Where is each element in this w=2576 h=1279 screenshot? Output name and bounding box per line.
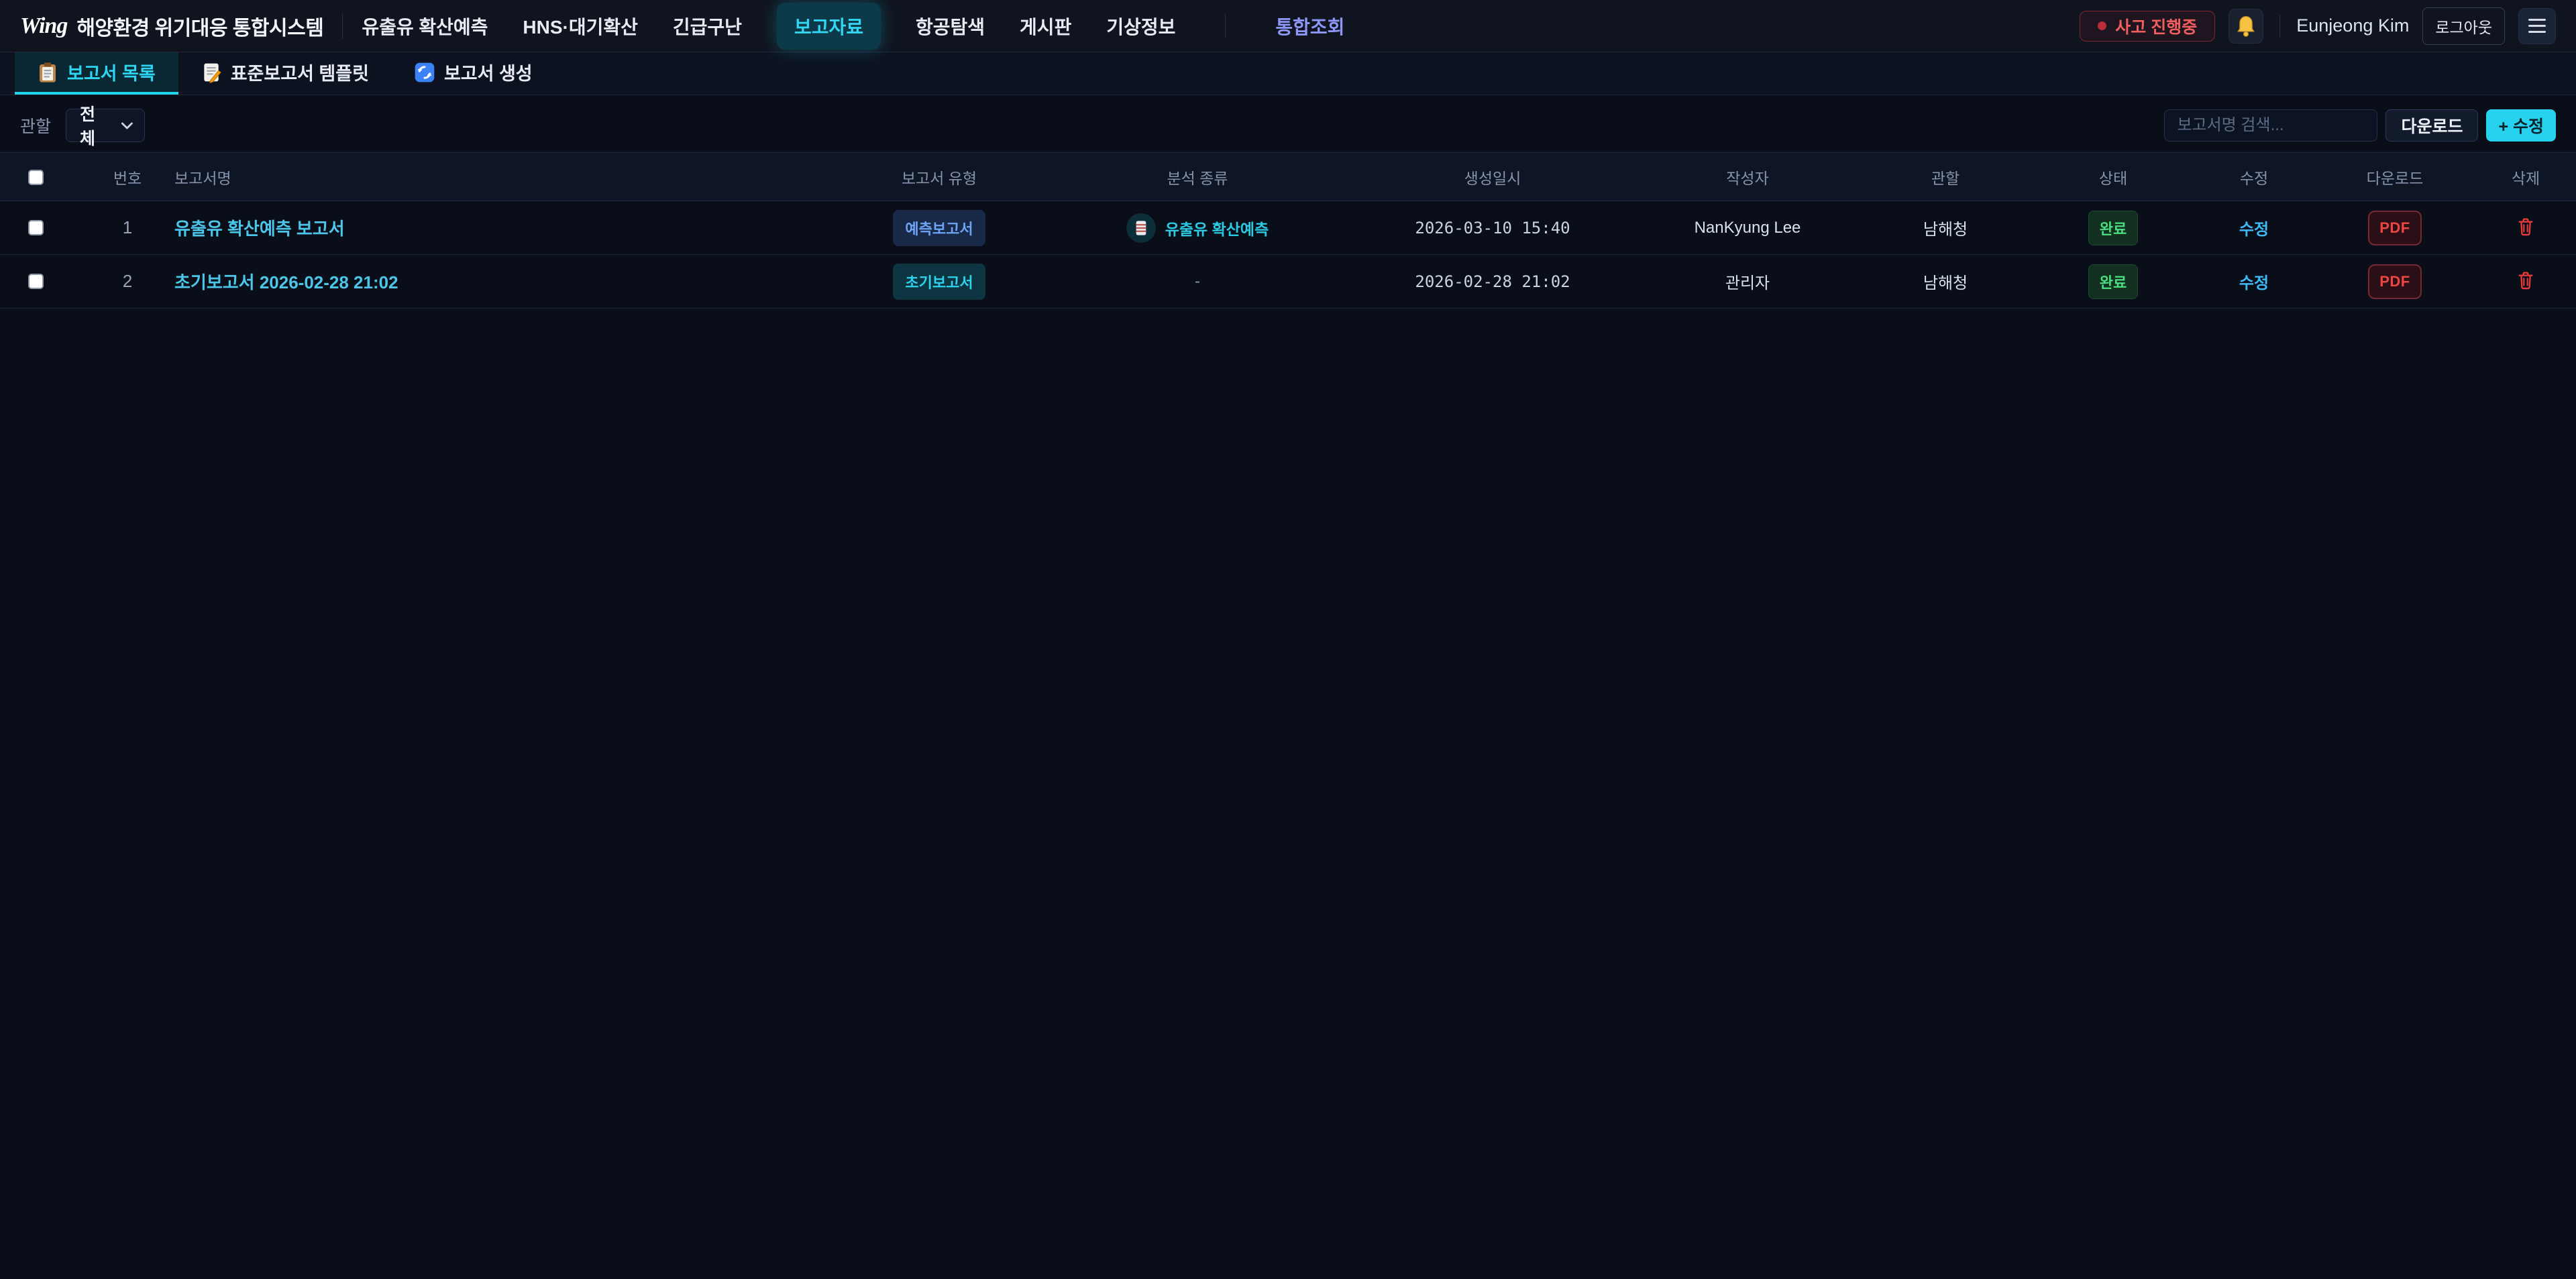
row-checkbox[interactable] — [28, 274, 44, 289]
select-all-checkbox[interactable] — [28, 170, 44, 185]
tab-label: 보고서 목록 — [67, 59, 156, 85]
nav-oil-spill-prediction[interactable]: 유출유 확산예측 — [362, 13, 488, 40]
wing-logo: Wing — [20, 13, 67, 39]
tab-report-create[interactable]: 보고서 생성 — [392, 52, 555, 95]
report-name-link[interactable]: 초기보고서 2026-02-28 21:02 — [174, 272, 398, 292]
app-brand: Wing 해양환경 위기대응 통합시스템 — [20, 11, 323, 41]
analysis-type-label: 유출유 확산예측 — [1165, 217, 1269, 239]
nav-hns-air-diffusion[interactable]: HNS·대기확산 — [523, 13, 637, 40]
tab-label: 보고서 생성 — [444, 59, 533, 85]
report-search-input[interactable] — [2164, 109, 2377, 142]
col-created-at: 생성일시 — [1348, 153, 1637, 201]
row-checkbox[interactable] — [28, 220, 44, 235]
report-name-link[interactable]: 유출유 확산예측 보고서 — [174, 219, 345, 239]
col-number: 번호 — [80, 153, 174, 201]
divider — [342, 13, 343, 39]
hamburger-menu-button[interactable] — [2518, 8, 2556, 44]
filter-toolbar: 관할 전체 다운로드 + 수정 — [0, 109, 2576, 142]
bell-icon — [2235, 15, 2257, 38]
edit-link[interactable]: 수정 — [2239, 274, 2269, 292]
row-number: 1 — [123, 217, 132, 237]
analysis-type: 유출유 확산예측 — [1126, 213, 1269, 243]
created-at: 2026-02-28 21:02 — [1415, 272, 1570, 291]
filter-left: 관할 전체 — [20, 109, 145, 142]
pdf-download-button[interactable]: PDF — [2368, 264, 2422, 299]
incident-status-label: 사고 진행중 — [2115, 14, 2197, 38]
report-table: 번호 보고서명 보고서 유형 분석 종류 생성일시 작성자 관할 상태 수정 다… — [0, 152, 2576, 309]
trash-icon — [2518, 217, 2534, 236]
author: 관리자 — [1725, 274, 1770, 292]
report-tabbar: 보고서 목록 표준보고서 템플릿 보고서 생성 — [0, 52, 2576, 95]
chevron-down-icon — [121, 121, 133, 130]
nav-reports[interactable]: 보고자료 — [777, 3, 881, 50]
nav-weather-info[interactable]: 기상정보 — [1106, 13, 1175, 40]
col-author: 작성자 — [1637, 153, 1858, 201]
nav-integrated-search[interactable]: 통합조회 — [1275, 13, 1344, 40]
status-badge: 완료 — [2088, 264, 2138, 299]
logout-button[interactable]: 로그아웃 — [2422, 7, 2505, 45]
oil-drum-icon — [1126, 213, 1156, 243]
analysis-type-empty: - — [1195, 272, 1200, 290]
user-name: Eunjeong Kim — [2296, 15, 2409, 36]
trash-icon — [2518, 271, 2534, 290]
tab-report-list[interactable]: 보고서 목록 — [15, 52, 178, 95]
header-right: 사고 진행중 Eunjeong Kim 로그아웃 — [2080, 7, 2556, 45]
delete-button[interactable] — [2515, 268, 2536, 294]
app-title: 해양환경 위기대응 통합시스템 — [76, 11, 323, 41]
filter-right: 다운로드 + 수정 — [2164, 109, 2556, 142]
nav-board[interactable]: 게시판 — [1020, 13, 1071, 40]
table-header: 번호 보고서명 보고서 유형 분석 종류 생성일시 작성자 관할 상태 수정 다… — [0, 153, 2576, 201]
incident-status-badge: 사고 진행중 — [2080, 11, 2215, 42]
created-at: 2026-03-10 15:40 — [1415, 219, 1570, 237]
clipboard-icon — [38, 62, 58, 83]
tab-standard-template[interactable]: 표준보고서 템플릿 — [178, 52, 392, 95]
report-type-badge: 초기보고서 — [893, 264, 985, 300]
divider — [2279, 15, 2280, 38]
memo-icon — [201, 62, 221, 83]
nav-divider — [1210, 15, 1240, 38]
jurisdiction-selected-value: 전체 — [80, 101, 109, 150]
col-analysis-type: 분석 종류 — [1046, 153, 1348, 201]
pdf-download-button[interactable]: PDF — [2368, 211, 2422, 245]
col-download: 다운로드 — [2314, 153, 2475, 201]
jurisdiction-label: 관할 — [20, 113, 51, 137]
tab-label: 표준보고서 템플릿 — [231, 59, 369, 85]
refresh-icon — [415, 62, 435, 82]
row-number: 2 — [123, 271, 132, 291]
col-status: 상태 — [2033, 153, 2194, 201]
jurisdiction: 남해청 — [1923, 221, 1968, 239]
author: NanKyung Lee — [1695, 219, 1801, 237]
status-dot — [2098, 21, 2106, 30]
col-report-name: 보고서명 — [174, 153, 832, 201]
nav-emergency-rescue[interactable]: 긴급구난 — [673, 13, 742, 40]
delete-button[interactable] — [2515, 215, 2536, 241]
col-edit: 수정 — [2194, 153, 2314, 201]
col-jurisdiction: 관할 — [1858, 153, 2033, 201]
download-button[interactable]: 다운로드 — [2385, 109, 2478, 142]
table-row: 2 초기보고서 2026-02-28 21:02 초기보고서 - 2026-02… — [0, 255, 2576, 309]
main-nav: 유출유 확산예측 HNS·대기확산 긴급구난 보고자료 항공탐색 게시판 기상정… — [362, 3, 1344, 50]
nav-aerial-search[interactable]: 항공탐색 — [916, 13, 985, 40]
top-header: Wing 해양환경 위기대응 통합시스템 유출유 확산예측 HNS·대기확산 긴… — [0, 0, 2576, 52]
jurisdiction-select[interactable]: 전체 — [66, 109, 145, 142]
status-badge: 완료 — [2088, 211, 2138, 245]
app-root: Wing 해양환경 위기대응 통합시스템 유출유 확산예측 HNS·대기확산 긴… — [0, 0, 2576, 1279]
table-row: 1 유출유 확산예측 보고서 예측보고서 유출유 확산예 — [0, 201, 2576, 255]
report-type-badge: 예측보고서 — [893, 210, 985, 246]
notifications-button[interactable] — [2229, 9, 2263, 44]
edit-button[interactable]: + 수정 — [2486, 109, 2556, 142]
col-delete: 삭제 — [2475, 153, 2576, 201]
menu-icon — [2528, 19, 2546, 21]
col-report-type: 보고서 유형 — [832, 153, 1046, 201]
jurisdiction: 남해청 — [1923, 274, 1968, 292]
edit-link[interactable]: 수정 — [2239, 221, 2269, 239]
